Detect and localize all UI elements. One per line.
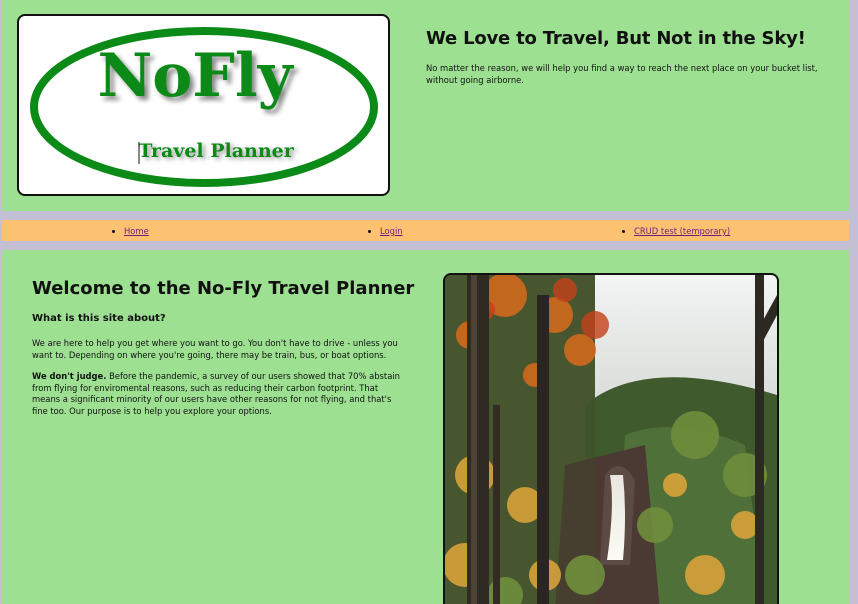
nav-link-crud-test[interactable]: CRUD test (temporary)	[634, 226, 730, 236]
section-heading: What is this site about?	[32, 313, 166, 324]
bullet-icon	[368, 229, 371, 233]
header-description: No matter the reason, we will help you f…	[426, 63, 818, 85]
waterfall-forest-photo	[443, 273, 779, 604]
paragraph-lead: We don't judge.	[32, 371, 107, 381]
nav-item-home: Home	[112, 226, 149, 236]
nav-link-login[interactable]: Login	[380, 226, 403, 236]
logo-wordmark: NoFly	[97, 41, 294, 111]
nav-link-home[interactable]: Home	[124, 226, 149, 236]
nav-item-crud-test: CRUD test (temporary)	[622, 226, 730, 236]
intro-paragraph: We are here to help you get where you wa…	[32, 338, 398, 360]
page-title: Welcome to the No-Fly Travel Planner	[32, 278, 415, 299]
main-nav: Home Login CRUD test (temporary)	[2, 220, 849, 241]
header-title: We Love to Travel, But Not in the Sky!	[426, 28, 806, 49]
logo-tagline: Travel Planner	[138, 140, 295, 162]
bullet-icon	[622, 229, 625, 233]
no-judgement-paragraph: We don't judge. Before the pandemic, a s…	[32, 371, 406, 417]
nav-item-login: Login	[368, 226, 403, 236]
site-header: NoFly NoFly Travel Planner Travel Planne…	[2, 0, 849, 211]
bullet-icon	[112, 229, 115, 233]
nofly-logo: NoFly NoFly Travel Planner Travel Planne…	[17, 14, 390, 196]
main-content: Welcome to the No-Fly Travel Planner Wha…	[2, 250, 849, 604]
